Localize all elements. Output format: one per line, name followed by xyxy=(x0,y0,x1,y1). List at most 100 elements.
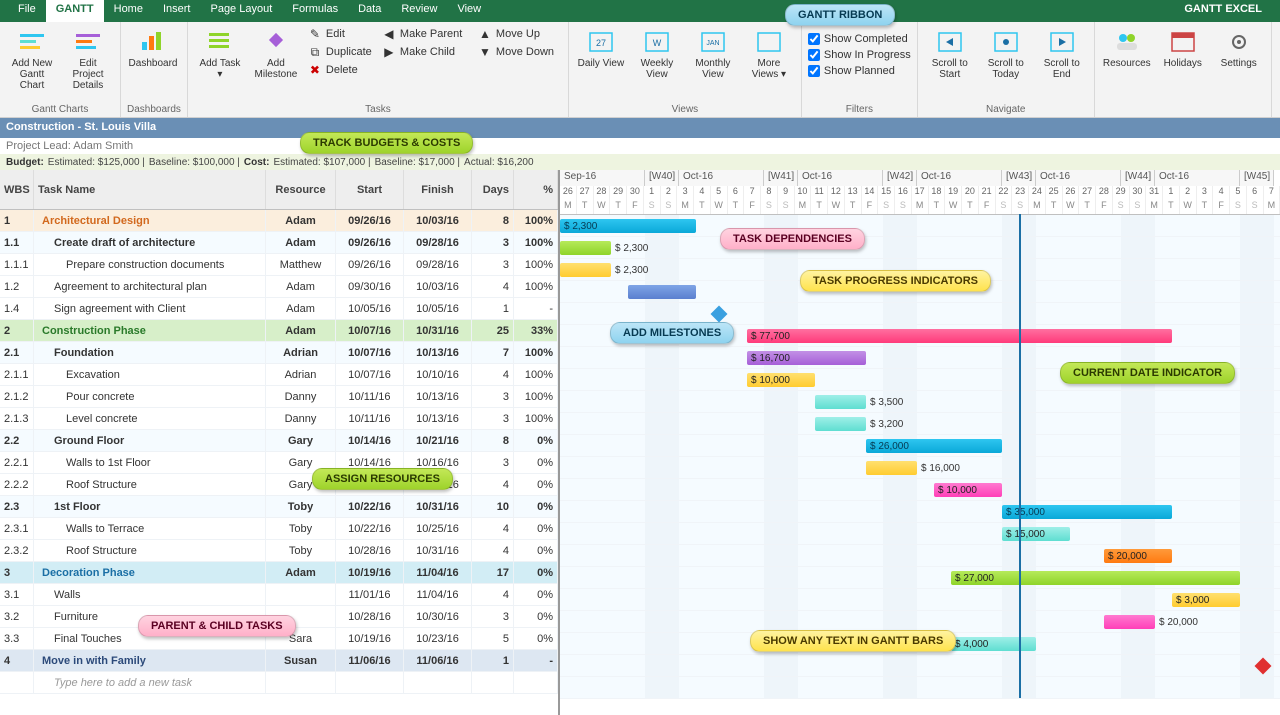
scroll-end-button[interactable]: Scroll to End xyxy=(1036,26,1088,82)
gantt-bar[interactable]: $ 4,000 xyxy=(951,637,1036,651)
gantt-bar[interactable]: $ 27,000 xyxy=(951,571,1240,585)
task-row[interactable]: 1.4Sign agreement with ClientAdam10/05/1… xyxy=(0,298,558,320)
edit-task-button[interactable]: ✎Edit xyxy=(306,26,376,42)
holidays-button[interactable]: Holidays xyxy=(1157,26,1209,71)
add-gantt-button[interactable]: Add New Gantt Chart xyxy=(6,26,58,93)
tab-page-layout[interactable]: Page Layout xyxy=(200,0,282,22)
gantt-bar[interactable]: $ 35,000 xyxy=(1002,505,1172,519)
calendar-week-icon: W xyxy=(641,28,673,56)
new-task-row[interactable]: Type here to add a new task xyxy=(0,672,558,694)
gantt-bar[interactable]: $ 16,000 xyxy=(866,461,917,475)
add-task-button[interactable]: Add Task ▾ xyxy=(194,26,246,82)
callout-deps: TASK DEPENDENCIES xyxy=(720,228,865,250)
tab-home[interactable]: Home xyxy=(104,0,153,22)
task-row[interactable]: 2.31st FloorToby10/22/1610/31/16100% xyxy=(0,496,558,518)
task-row[interactable]: 2.1FoundationAdrian10/07/1610/13/167100% xyxy=(0,342,558,364)
task-row[interactable]: 3Decoration PhaseAdam10/19/1611/04/16170… xyxy=(0,562,558,584)
group-label: Navigate xyxy=(924,102,1088,115)
task-row[interactable]: 3.1Walls11/01/1611/04/1640% xyxy=(0,584,558,606)
task-row[interactable]: 1.1Create draft of architectureAdam09/26… xyxy=(0,232,558,254)
gantt-bar[interactable]: $ 2,300 xyxy=(560,263,611,277)
tab-formulas[interactable]: Formulas xyxy=(282,0,348,22)
tab-file[interactable]: File xyxy=(8,0,46,22)
delete-button[interactable]: ✖Delete xyxy=(306,62,376,78)
outdent-icon: ◀ xyxy=(382,27,396,41)
daily-view-button[interactable]: 27Daily View xyxy=(575,26,627,82)
gantt-bar[interactable]: $ 10,000 xyxy=(934,483,1002,497)
edit-details-button[interactable]: Edit Project Details xyxy=(62,26,114,93)
scroll-today-button[interactable]: Scroll to Today xyxy=(980,26,1032,82)
gantt-bar[interactable]: $ 2,300 xyxy=(560,219,696,233)
move-up-button[interactable]: ▲Move Up xyxy=(476,26,562,42)
up-icon: ▲ xyxy=(478,27,492,41)
callout-progress: TASK PROGRESS INDICATORS xyxy=(800,270,991,292)
milestone-diamond[interactable] xyxy=(711,306,728,323)
gantt-bar[interactable]: $ 20,000 xyxy=(1104,549,1172,563)
milestone-diamond[interactable] xyxy=(1255,658,1272,675)
scroll-start-button[interactable]: Scroll to Start xyxy=(924,26,976,82)
weekly-view-button[interactable]: WWeekly View xyxy=(631,26,683,82)
scroll-end-icon xyxy=(1046,28,1078,56)
chart-icon xyxy=(137,28,169,56)
budget-row: Budget: Estimated: $125,000 | Baseline: … xyxy=(0,154,1280,170)
gantt-bar[interactable]: $ 77,700 xyxy=(747,329,1172,343)
task-row[interactable]: 2.3.1Walls to TerraceToby10/22/1610/25/1… xyxy=(0,518,558,540)
gantt-bar[interactable]: $ 15,000 xyxy=(1002,527,1070,541)
make-parent-button[interactable]: ◀Make Parent xyxy=(380,26,472,42)
show-planned-check[interactable]: Show Planned xyxy=(808,64,911,78)
more-views-button[interactable]: More Views ▾ xyxy=(743,26,795,82)
show-completed-check[interactable]: Show Completed xyxy=(808,32,911,46)
gantt-bar[interactable]: $ 3,000 xyxy=(1172,593,1240,607)
task-row[interactable]: 1.1.1Prepare construction documentsMatth… xyxy=(0,254,558,276)
settings-button[interactable]: Settings xyxy=(1213,26,1265,71)
tab-insert[interactable]: Insert xyxy=(153,0,201,22)
project-header: Construction - St. Louis Villa xyxy=(0,118,1280,138)
task-row[interactable]: 2.1.2Pour concreteDanny10/11/1610/13/163… xyxy=(0,386,558,408)
gantt-bar[interactable]: $ 10,000 xyxy=(747,373,815,387)
scroll-today-icon xyxy=(990,28,1022,56)
task-row[interactable]: 2.3.2Roof StructureToby10/28/1610/31/164… xyxy=(0,540,558,562)
callout-budgets: TRACK BUDGETS & COSTS xyxy=(300,132,473,154)
task-row[interactable]: 4Move in with FamilySusan11/06/1611/06/1… xyxy=(0,650,558,672)
down-icon: ▼ xyxy=(478,45,492,59)
callout-current-date: CURRENT DATE INDICATOR xyxy=(1060,362,1235,384)
show-inprogress-check[interactable]: Show In Progress xyxy=(808,48,911,62)
add-milestone-button[interactable]: Add Milestone xyxy=(250,26,302,82)
gantt-bar[interactable]: $ 3,500 xyxy=(815,395,866,409)
task-row[interactable]: 2.2Ground FloorGary10/14/1610/21/1680% xyxy=(0,430,558,452)
move-down-button[interactable]: ▼Move Down xyxy=(476,44,562,60)
tab-review[interactable]: Review xyxy=(391,0,447,22)
group-label: Filters xyxy=(808,102,911,115)
gantt-bar[interactable]: $ 20,000 xyxy=(1104,615,1155,629)
calendar-month-icon: JAN xyxy=(697,28,729,56)
dashboard-button[interactable]: Dashboard xyxy=(127,26,179,71)
copy-icon: ⧉ xyxy=(308,45,322,59)
svg-text:W: W xyxy=(653,38,662,48)
svg-text:27: 27 xyxy=(596,38,606,48)
gantt-bar[interactable] xyxy=(628,285,696,299)
task-row[interactable]: 1Architectural DesignAdam09/26/1610/03/1… xyxy=(0,210,558,232)
monthly-view-button[interactable]: JANMonthly View xyxy=(687,26,739,82)
calendar-day-icon: 27 xyxy=(585,28,617,56)
project-title: Construction - St. Louis Villa xyxy=(6,121,156,135)
resources-button[interactable]: Resources xyxy=(1101,26,1153,71)
duplicate-button[interactable]: ⧉Duplicate xyxy=(306,44,376,60)
gantt-bar[interactable]: $ 3,200 xyxy=(815,417,866,431)
tab-view[interactable]: View xyxy=(447,0,491,22)
task-row[interactable]: 2Construction PhaseAdam10/07/1610/31/162… xyxy=(0,320,558,342)
task-row[interactable]: 1.2Agreement to architectural planAdam09… xyxy=(0,276,558,298)
task-row[interactable]: 2.2.1Walls to 1st FloorGary10/14/1610/16… xyxy=(0,452,558,474)
svg-text:JAN: JAN xyxy=(706,40,719,47)
make-child-button[interactable]: ▶Make Child xyxy=(380,44,472,60)
calendar-more-icon xyxy=(753,28,785,56)
gantt-bar[interactable]: $ 16,700 xyxy=(747,351,866,365)
task-row[interactable]: 2.2.2Roof StructureGary10/18/1610/21/164… xyxy=(0,474,558,496)
task-row[interactable]: 2.1.3Level concreteDanny10/11/1610/13/16… xyxy=(0,408,558,430)
gear-icon xyxy=(1223,28,1255,56)
tab-gantt[interactable]: GANTT xyxy=(46,0,104,22)
gantt-bar[interactable]: $ 26,000 xyxy=(866,439,1002,453)
task-row[interactable]: 2.1.1ExcavationAdrian10/07/1610/10/16410… xyxy=(0,364,558,386)
gantt-bar[interactable]: $ 2,300 xyxy=(560,241,611,255)
tab-data[interactable]: Data xyxy=(348,0,391,22)
task-table-header: WBS Task Name Resource Start Finish Days… xyxy=(0,170,558,210)
